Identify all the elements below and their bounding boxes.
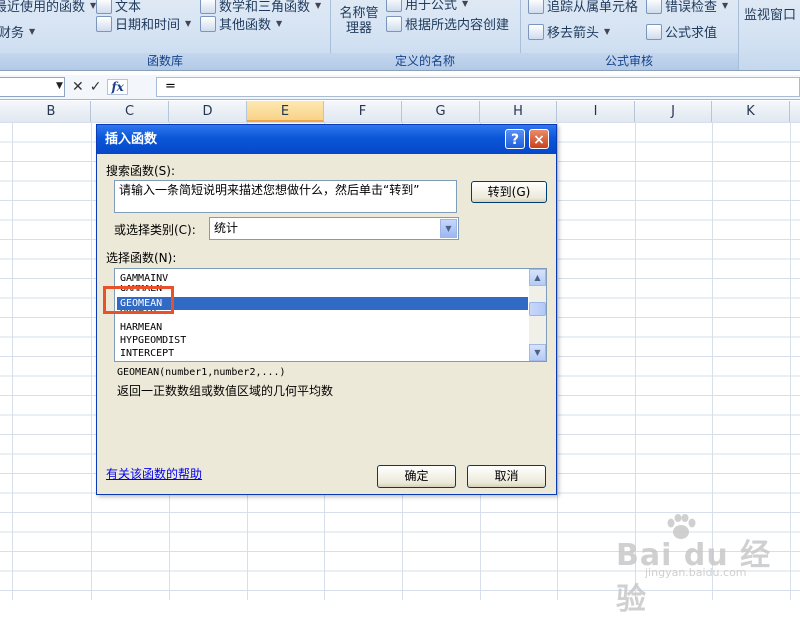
function-list-scrollbar[interactable]: ▲ ▼ [529,269,546,361]
watch-window-button[interactable]: 监视窗口 [744,4,796,23]
column-header-d[interactable]: D [169,101,247,122]
function-list[interactable]: GAMMAINV GAMMALN GEOMEAN GROWTH HARMEAN … [114,268,547,362]
list-item[interactable]: INTERCEPT [117,347,528,360]
evaluate-icon [646,23,662,40]
cancel-entry-icon[interactable]: ✕ [72,79,84,95]
name-box-dropdown-icon[interactable]: ▼ [56,81,63,91]
watermark-url: jingyan.baidu.com [645,566,747,579]
list-item[interactable]: GROWTH [117,310,528,319]
ribbon-group-formula-auditing: 追踪从属单元格 错误检查 ▼ 移去箭头 ▼ 公式求值 公式审核 [520,0,739,70]
create-names-icon [386,15,402,32]
text-icon [96,0,112,14]
evaluate-formula-button[interactable]: 公式求值 [646,22,717,41]
ribbon-group-label: 定义的名称 [330,53,520,70]
list-item-selected[interactable]: GEOMEAN [117,297,528,310]
ribbon-group-function-library: 最近使用的函数 ▼ 文本 数学和三角函数 ▼ 财务 ▼ 日期和时间 ▼ 其他函数 ▼ 函数… [0,0,331,70]
insert-function-button[interactable]: fx [107,79,128,95]
ribbon-group-label: 函数库 [0,53,330,70]
grid-line [635,122,636,600]
column-header-i[interactable]: I [557,101,635,122]
grid-line [712,122,713,600]
use-in-formula-button[interactable]: 用于公式 ▼ [386,0,468,13]
dialog-title: 插入函数 [105,132,158,147]
grid-line [91,122,92,600]
category-label: 或选择类别(C): [114,223,196,237]
math-functions-button[interactable]: 数学和三角函数 ▼ [200,0,321,15]
formula-icon [386,0,402,12]
column-header-b[interactable]: B [12,101,91,122]
search-label: 搜索函数(S): [106,164,176,178]
trace-dependents-button[interactable]: 追踪从属单元格 [528,0,638,15]
chevron-down-icon[interactable]: ▼ [440,219,457,238]
ribbon: 最近使用的函数 ▼ 文本 数学和三角函数 ▼ 财务 ▼ 日期和时间 ▼ 其他函数 ▼ 函数… [0,0,800,71]
function-list-label: 选择函数(N): [106,251,177,265]
grid-line [557,122,558,600]
help-icon[interactable]: ? [505,129,525,149]
grid-line [790,122,791,600]
column-header-f[interactable]: F [324,101,402,122]
dialog-titlebar[interactable]: 插入函数 ? × [97,125,556,154]
column-header-e[interactable]: E [247,101,324,122]
go-button[interactable]: 转到(G) [471,181,547,203]
category-value: 统计 [214,221,239,235]
function-description: 返回一正数数组或数值区域的几何平均数 [117,384,334,398]
ok-button[interactable]: 确定 [377,465,456,488]
scroll-up-icon[interactable]: ▲ [529,269,546,286]
list-item[interactable]: HARMEAN [117,321,528,334]
search-input[interactable]: 请输入一条简短说明来描述您想做什么，然后单击“转到” [114,180,457,213]
formula-input[interactable]: = [156,77,800,97]
recent-functions-button[interactable]: 最近使用的函数 ▼ [0,0,96,15]
formula-buttons: ✕ ✓ fx [72,78,128,96]
close-icon[interactable]: × [529,129,549,149]
confirm-entry-icon[interactable]: ✓ [90,79,102,95]
ribbon-group-label: 公式审核 [520,53,738,70]
text-functions-button[interactable]: 文本 [96,0,141,15]
name-manager-button[interactable]: 名称管理器 [338,6,380,36]
formula-bar: ▼ ✕ ✓ fx = [0,75,800,100]
error-checking-button[interactable]: 错误检查 ▼ [646,0,728,15]
ribbon-group-watch: 监视窗口 [738,0,800,70]
other-functions-icon [200,15,216,32]
remove-arrows-button[interactable]: 移去箭头 ▼ [528,22,610,41]
column-header-g[interactable]: G [402,101,480,122]
column-header-h[interactable]: H [480,101,557,122]
trace-dependents-icon [528,0,544,14]
remove-arrows-icon [528,23,544,40]
list-item[interactable]: GAMMAINV [117,272,528,285]
function-help-link[interactable]: 有关该函数的帮助 [106,465,202,482]
column-header-c[interactable]: C [91,101,169,122]
column-header-j[interactable]: J [635,101,712,122]
column-header-k[interactable]: K [712,101,790,122]
error-check-icon [646,0,662,14]
math-icon [200,0,216,14]
ribbon-group-defined-names: 名称管理器 用于公式 ▼ 根据所选内容创建 定义的名称 [330,0,521,70]
cancel-button[interactable]: 取消 [467,465,546,488]
financial-functions-button[interactable]: 财务 ▼ [0,22,35,41]
category-select[interactable]: 统计 ▼ [209,217,459,240]
column-headers: B C D E F G H I J K [0,101,800,123]
calendar-icon [96,15,112,32]
other-functions-button[interactable]: 其他函数 ▼ [200,14,282,33]
create-from-selection-button[interactable]: 根据所选内容创建 [386,14,509,33]
scroll-thumb[interactable] [529,302,546,316]
list-item[interactable]: GAMMALN [117,285,528,294]
list-item[interactable]: HYPGEOMDIST [117,334,528,347]
scroll-down-icon[interactable]: ▼ [529,344,546,361]
annotation-highlight [103,286,174,314]
function-signature: GEOMEAN(number1,number2,...) [117,367,286,378]
date-time-functions-button[interactable]: 日期和时间 ▼ [96,14,191,33]
grid-line [12,122,13,600]
